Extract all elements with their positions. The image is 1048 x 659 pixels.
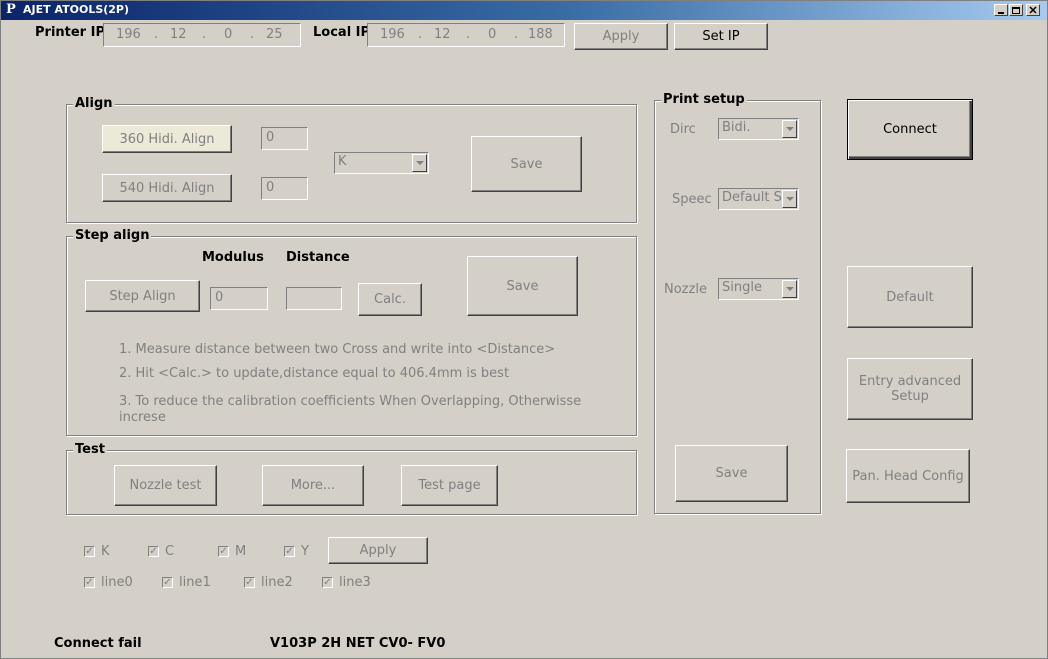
title-bar[interactable]: P AJET ATOOLS(2P) — [1, 1, 1047, 20]
check-icon: ✓ — [244, 577, 255, 588]
more-button[interactable]: More... — [262, 465, 364, 506]
checkbox-line2[interactable]: ✓ line2 — [244, 575, 293, 590]
nozzle-label: Nozzle — [664, 282, 707, 297]
instruction-2: 2. Hit <Calc.> to update,distance equal … — [119, 366, 510, 381]
local-ip-octet: 188 — [528, 27, 553, 42]
speed-select[interactable]: Default S — [718, 188, 799, 210]
test-page-button[interactable]: Test page — [401, 465, 498, 506]
calc-button[interactable]: Calc. — [358, 283, 422, 316]
print-setup-title: Print setup — [661, 92, 747, 107]
apply-ip-button[interactable]: Apply — [574, 23, 668, 50]
check-icon: ✓ — [84, 546, 95, 557]
printer-ip-field[interactable]: 196 . 12 . 0 . 25 — [103, 23, 301, 47]
maximize-button[interactable] — [1009, 4, 1023, 16]
dirc-select[interactable]: Bidi. — [718, 118, 799, 140]
head-config-button[interactable]: Pan. Head Config — [846, 449, 970, 503]
checkbox-line0[interactable]: ✓ line0 — [84, 575, 133, 590]
printer-ip-octet: 12 — [170, 27, 187, 42]
ip-dot: . — [418, 27, 423, 42]
local-ip-field[interactable]: 196 . 12 . 0 . 188 — [367, 23, 565, 47]
ip-dot: . — [202, 27, 207, 42]
modulus-label: Modulus — [202, 250, 264, 265]
connection-status: Connect fail — [54, 636, 142, 651]
nozzle-test-button[interactable]: Nozzle test — [114, 465, 217, 506]
version-info: V103P 2H NET CV0- FV0 — [270, 636, 446, 651]
instruction-1: 1. Measure distance between two Cross an… — [119, 342, 556, 357]
nozzle-select-value: Single — [722, 280, 762, 295]
window-title: AJET ATOOLS(2P) — [23, 3, 130, 16]
checkbox-y[interactable]: ✓ Y — [284, 544, 309, 559]
close-button[interactable] — [1026, 4, 1040, 16]
dirc-select-value: Bidi. — [722, 120, 751, 135]
color-select[interactable]: K — [334, 152, 429, 174]
ip-dot: . — [514, 27, 519, 42]
align-360-input[interactable]: 0 — [261, 127, 308, 150]
checkbox-line1[interactable]: ✓ line1 — [162, 575, 211, 590]
advanced-setup-line1: Entry advanced — [858, 374, 962, 389]
apply-colors-button[interactable]: Apply — [328, 537, 428, 564]
instruction-3: 3. To reduce the calibration coefficient… — [119, 394, 582, 409]
step-align-save-button[interactable]: Save — [467, 256, 578, 316]
local-ip-octet: 196 — [380, 27, 405, 42]
printer-ip-octet: 25 — [266, 27, 283, 42]
entry-advanced-setup-button[interactable]: Entry advanced Setup — [847, 358, 973, 420]
align-group-title: Align — [73, 96, 115, 111]
local-ip-octet: 0 — [488, 27, 497, 42]
chevron-down-icon[interactable] — [782, 190, 797, 208]
chevron-down-icon[interactable] — [412, 154, 427, 172]
checkbox-k[interactable]: ✓ K — [84, 544, 110, 559]
checkbox-m[interactable]: ✓ M — [218, 544, 246, 559]
set-ip-button[interactable]: Set IP — [674, 23, 768, 50]
printer-ip-octet: 0 — [224, 27, 233, 42]
printer-ip-octet: 196 — [116, 27, 141, 42]
close-icon — [1029, 6, 1037, 14]
instruction-3-cont: increse — [119, 410, 166, 425]
check-icon: ✓ — [162, 577, 173, 588]
app-icon[interactable]: P — [6, 2, 16, 17]
printer-ip-label: Printer IP — [35, 25, 105, 40]
speed-label: Speec — [672, 192, 712, 207]
distance-input[interactable] — [286, 287, 342, 310]
align-540-input[interactable]: 0 — [261, 177, 308, 200]
dirc-label: Dirc — [670, 122, 696, 137]
step-align-group-title: Step align — [73, 228, 152, 243]
app-window: P AJET ATOOLS(2P) Printer IP 196 . 12 . … — [0, 0, 1048, 659]
modulus-input[interactable]: 0 — [210, 287, 268, 310]
nozzle-select[interactable]: Single — [718, 278, 799, 300]
check-icon: ✓ — [218, 546, 229, 557]
step-align-button[interactable]: Step Align — [85, 280, 200, 312]
color-select-value: K — [338, 154, 347, 169]
align-save-button[interactable]: Save — [471, 136, 582, 192]
align-540-button[interactable]: 540 Hidi. Align — [102, 174, 232, 202]
local-ip-octet: 12 — [434, 27, 451, 42]
check-icon: ✓ — [284, 546, 295, 557]
print-setup-save-button[interactable]: Save — [675, 445, 788, 502]
align-360-button[interactable]: 360 Hidi. Align — [102, 125, 232, 153]
ip-dot: . — [250, 27, 255, 42]
advanced-setup-line2: Setup — [891, 389, 929, 404]
ip-dot: . — [154, 27, 159, 42]
check-icon: ✓ — [322, 577, 333, 588]
checkbox-c[interactable]: ✓ C — [148, 544, 174, 559]
connect-button[interactable]: Connect — [847, 99, 973, 160]
test-group-title: Test — [73, 442, 107, 457]
speed-select-value: Default S — [722, 190, 782, 205]
chevron-down-icon[interactable] — [782, 120, 797, 138]
checkbox-line3[interactable]: ✓ line3 — [322, 575, 371, 590]
ip-dot: . — [466, 27, 471, 42]
local-ip-label: Local IP — [313, 25, 371, 40]
check-icon: ✓ — [148, 546, 159, 557]
minimize-button[interactable] — [994, 4, 1008, 16]
chevron-down-icon[interactable] — [782, 280, 797, 298]
check-icon: ✓ — [84, 577, 95, 588]
default-button[interactable]: Default — [847, 266, 973, 328]
distance-label: Distance — [286, 250, 350, 265]
